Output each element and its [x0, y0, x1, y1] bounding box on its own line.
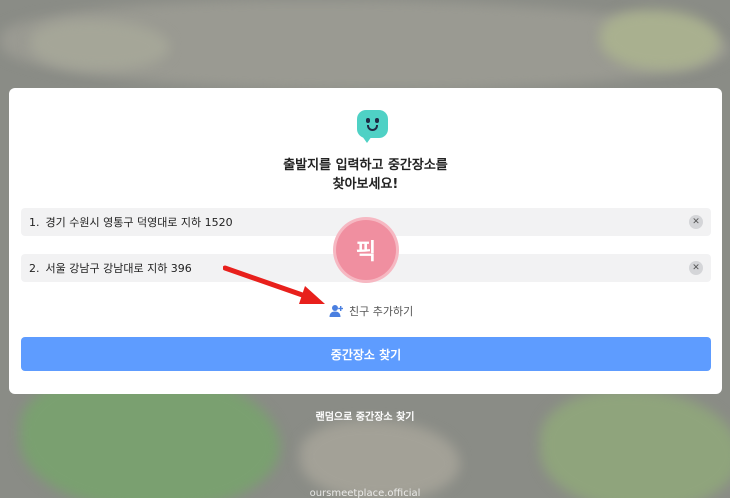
sticker-label: 픽	[355, 240, 377, 265]
input-number: 1.	[29, 215, 40, 229]
input-value: 서울 강남구 강남대로 지하 396	[45, 262, 192, 275]
person-add-icon	[329, 305, 343, 317]
add-friend-label: 친구 추가하기	[349, 305, 414, 318]
smile-logo-icon	[357, 110, 388, 143]
add-friend-button[interactable]: 친구 추가하기	[329, 302, 413, 320]
footer-text: oursmeetplace.official	[309, 488, 421, 498]
input-value: 경기 수원시 영통구 덕영대로 지하 1520	[45, 216, 233, 229]
search-card: 출발지를 입력하고 중간장소를 찾아보세요! 1. 경기 수원시 영통구 덕영대…	[9, 88, 722, 394]
find-midpoint-button[interactable]: 중간장소 찾기	[21, 337, 711, 371]
card-title: 출발지를 입력하고 중간장소를 찾아보세요!	[9, 156, 722, 194]
input-number: 2.	[29, 261, 40, 275]
clear-icon[interactable]: ✕	[689, 215, 703, 229]
pick-sticker: 픽	[336, 220, 396, 280]
title-line-1: 출발지를 입력하고 중간장소를	[283, 158, 448, 173]
clear-icon[interactable]: ✕	[689, 261, 703, 275]
red-arrow-icon	[223, 265, 325, 304]
title-line-2: 찾아보세요!	[332, 177, 399, 192]
random-midpoint-link[interactable]: 랜덤으로 중간장소 찾기	[0, 408, 730, 423]
